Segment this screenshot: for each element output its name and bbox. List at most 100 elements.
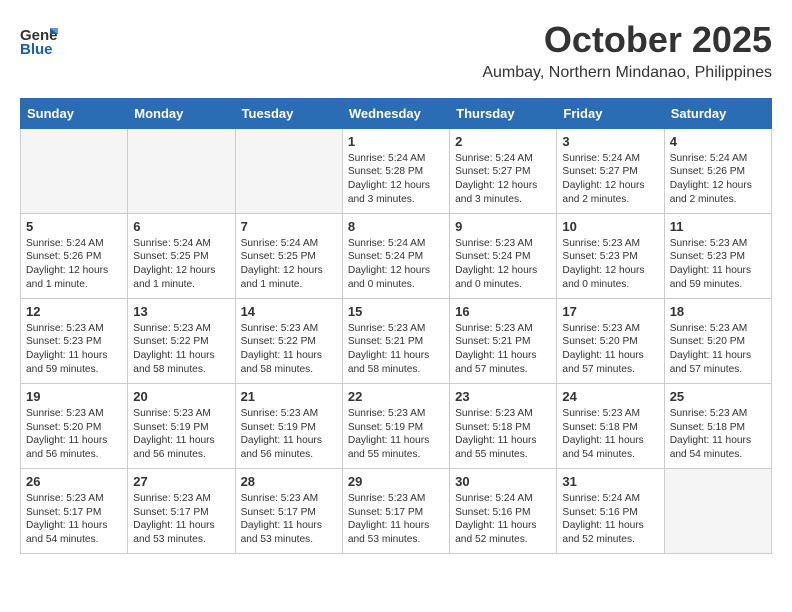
calendar-cell: 13Sunrise: 5:23 AM Sunset: 5:22 PM Dayli…	[128, 298, 235, 383]
weekday-header: Saturday	[664, 98, 771, 128]
day-number: 29	[348, 474, 444, 489]
day-number: 6	[133, 219, 229, 234]
day-number: 23	[455, 389, 551, 404]
logo: General Blue	[20, 20, 60, 58]
month-title: October 2025	[482, 20, 772, 60]
day-number: 9	[455, 219, 551, 234]
calendar-cell: 15 Sunrise: 5:23 AM Sunset: 5:21 PM Dayli…	[342, 298, 449, 383]
day-info: Sunrise: 5:24 AM Sunset: 5:26 PM Dayligh…	[670, 152, 766, 207]
svg-text:Blue: Blue	[20, 41, 53, 58]
day-info: Sunrise: 5:23 AM Sunset: 5:17 PM Dayligh…	[133, 492, 229, 547]
calendar-week-row: 19Sunrise: 5:23 AM Sunset: 5:20 PM Dayli…	[21, 383, 772, 468]
day-info: Sunrise: 5:24 AM Sunset: 5:16 PM Dayligh…	[455, 492, 551, 547]
day-number: 27	[133, 474, 229, 489]
day-number: 2	[455, 134, 551, 149]
day-number: 25	[670, 389, 766, 404]
weekday-header: Friday	[557, 98, 664, 128]
day-number: 21	[241, 389, 337, 404]
day-info: Sunrise: 5:24 AM Sunset: 5:25 PM Dayligh…	[133, 237, 229, 292]
weekday-header: Tuesday	[235, 98, 342, 128]
day-info: Sunrise: 5:23 AM Sunset: 5:17 PM Dayligh…	[348, 492, 444, 547]
calendar-cell	[235, 128, 342, 213]
day-info: Sunrise: 5:23 AM Sunset: 5:18 PM Dayligh…	[455, 407, 551, 462]
day-info: Sunrise: 5:23 AM Sunset: 5:23 PM Dayligh…	[670, 237, 766, 292]
calendar-cell: 7 Sunrise: 5:24 AM Sunset: 5:25 PM Daylig…	[235, 213, 342, 298]
day-info: Sunrise: 5:23 AM Sunset: 5:20 PM Dayligh…	[562, 322, 658, 377]
day-number: 20	[133, 389, 229, 404]
day-number: 26	[26, 474, 122, 489]
calendar-cell: 1 Sunrise: 5:24 AM Sunset: 5:28 PM Daylig…	[342, 128, 449, 213]
day-number: 8	[348, 219, 444, 234]
weekday-header: Monday	[128, 98, 235, 128]
day-info: Sunrise: 5:24 AM Sunset: 5:27 PM Dayligh…	[562, 152, 658, 207]
day-info: Sunrise: 5:23 AM Sunset: 5:18 PM Dayligh…	[562, 407, 658, 462]
day-number: 10	[562, 219, 658, 234]
calendar-cell: 19Sunrise: 5:23 AM Sunset: 5:20 PM Dayli…	[21, 383, 128, 468]
calendar-cell: 29 Sunrise: 5:23 AM Sunset: 5:17 PM Dayli…	[342, 468, 449, 553]
day-number: 7	[241, 219, 337, 234]
calendar-cell: 8 Sunrise: 5:24 AM Sunset: 5:24 PM Daylig…	[342, 213, 449, 298]
calendar-week-row: 5 Sunrise: 5:24 AM Sunset: 5:26 PM Daylig…	[21, 213, 772, 298]
calendar-cell	[21, 128, 128, 213]
day-info: Sunrise: 5:23 AM Sunset: 5:24 PM Dayligh…	[455, 237, 551, 292]
day-info: Sunrise: 5:24 AM Sunset: 5:27 PM Dayligh…	[455, 152, 551, 207]
calendar-cell: 11 Sunrise: 5:23 AM Sunset: 5:23 PM Dayli…	[664, 213, 771, 298]
weekday-header-row: SundayMondayTuesdayWednesdayThursdayFrid…	[21, 98, 772, 128]
page-header: General Blue October 2025 Aumbay, Northe…	[20, 20, 772, 82]
day-info: Sunrise: 5:24 AM Sunset: 5:26 PM Dayligh…	[26, 237, 122, 292]
calendar-cell	[128, 128, 235, 213]
calendar-cell: 14Sunrise: 5:23 AM Sunset: 5:22 PM Dayli…	[235, 298, 342, 383]
logo-icon: General Blue	[20, 20, 58, 58]
calendar-cell: 3Sunrise: 5:24 AM Sunset: 5:27 PM Daylig…	[557, 128, 664, 213]
day-number: 18	[670, 304, 766, 319]
calendar-cell: 9 Sunrise: 5:23 AM Sunset: 5:24 PM Daylig…	[450, 213, 557, 298]
calendar-cell: 12Sunrise: 5:23 AM Sunset: 5:23 PM Dayli…	[21, 298, 128, 383]
day-number: 17	[562, 304, 658, 319]
day-info: Sunrise: 5:23 AM Sunset: 5:19 PM Dayligh…	[133, 407, 229, 462]
day-info: Sunrise: 5:23 AM Sunset: 5:21 PM Dayligh…	[455, 322, 551, 377]
day-number: 5	[26, 219, 122, 234]
calendar-cell: 2 Sunrise: 5:24 AM Sunset: 5:27 PM Daylig…	[450, 128, 557, 213]
calendar-cell: 17 Sunrise: 5:23 AM Sunset: 5:20 PM Dayli…	[557, 298, 664, 383]
day-number: 24	[562, 389, 658, 404]
calendar-cell: 20 Sunrise: 5:23 AM Sunset: 5:19 PM Dayli…	[128, 383, 235, 468]
calendar-cell: 21 Sunrise: 5:23 AM Sunset: 5:19 PM Dayli…	[235, 383, 342, 468]
day-number: 11	[670, 219, 766, 234]
title-block: October 2025 Aumbay, Northern Mindanao, …	[482, 20, 772, 82]
day-number: 19	[26, 389, 122, 404]
calendar-cell	[664, 468, 771, 553]
calendar-cell: 22Sunrise: 5:23 AM Sunset: 5:19 PM Dayli…	[342, 383, 449, 468]
day-info: Sunrise: 5:23 AM Sunset: 5:23 PM Dayligh…	[562, 237, 658, 292]
day-number: 15	[348, 304, 444, 319]
day-info: Sunrise: 5:24 AM Sunset: 5:28 PM Dayligh…	[348, 152, 444, 207]
calendar-cell: 27 Sunrise: 5:23 AM Sunset: 5:17 PM Dayli…	[128, 468, 235, 553]
day-number: 1	[348, 134, 444, 149]
weekday-header: Sunday	[21, 98, 128, 128]
day-info: Sunrise: 5:24 AM Sunset: 5:16 PM Dayligh…	[562, 492, 658, 547]
day-info: Sunrise: 5:23 AM Sunset: 5:17 PM Dayligh…	[26, 492, 122, 547]
calendar-cell: 30 Sunrise: 5:24 AM Sunset: 5:16 PM Dayli…	[450, 468, 557, 553]
day-info: Sunrise: 5:23 AM Sunset: 5:21 PM Dayligh…	[348, 322, 444, 377]
day-info: Sunrise: 5:23 AM Sunset: 5:19 PM Dayligh…	[348, 407, 444, 462]
calendar-cell: 4Sunrise: 5:24 AM Sunset: 5:26 PM Daylig…	[664, 128, 771, 213]
calendar-cell: 16Sunrise: 5:23 AM Sunset: 5:21 PM Dayli…	[450, 298, 557, 383]
day-number: 13	[133, 304, 229, 319]
location-subtitle: Aumbay, Northern Mindanao, Philippines	[482, 64, 772, 82]
calendar-cell: 31Sunrise: 5:24 AM Sunset: 5:16 PM Dayli…	[557, 468, 664, 553]
day-info: Sunrise: 5:23 AM Sunset: 5:19 PM Dayligh…	[241, 407, 337, 462]
calendar-week-row: 1 Sunrise: 5:24 AM Sunset: 5:28 PM Daylig…	[21, 128, 772, 213]
calendar-table: SundayMondayTuesdayWednesdayThursdayFrid…	[20, 98, 772, 554]
weekday-header: Wednesday	[342, 98, 449, 128]
day-info: Sunrise: 5:23 AM Sunset: 5:17 PM Dayligh…	[241, 492, 337, 547]
calendar-cell: 6 Sunrise: 5:24 AM Sunset: 5:25 PM Daylig…	[128, 213, 235, 298]
day-number: 30	[455, 474, 551, 489]
day-info: Sunrise: 5:23 AM Sunset: 5:20 PM Dayligh…	[670, 322, 766, 377]
day-info: Sunrise: 5:24 AM Sunset: 5:25 PM Dayligh…	[241, 237, 337, 292]
day-info: Sunrise: 5:24 AM Sunset: 5:24 PM Dayligh…	[348, 237, 444, 292]
calendar-cell: 25 Sunrise: 5:23 AM Sunset: 5:18 PM Dayli…	[664, 383, 771, 468]
calendar-cell: 5 Sunrise: 5:24 AM Sunset: 5:26 PM Daylig…	[21, 213, 128, 298]
day-info: Sunrise: 5:23 AM Sunset: 5:18 PM Dayligh…	[670, 407, 766, 462]
calendar-week-row: 26 Sunrise: 5:23 AM Sunset: 5:17 PM Dayli…	[21, 468, 772, 553]
day-number: 14	[241, 304, 337, 319]
calendar-cell: 24 Sunrise: 5:23 AM Sunset: 5:18 PM Dayli…	[557, 383, 664, 468]
